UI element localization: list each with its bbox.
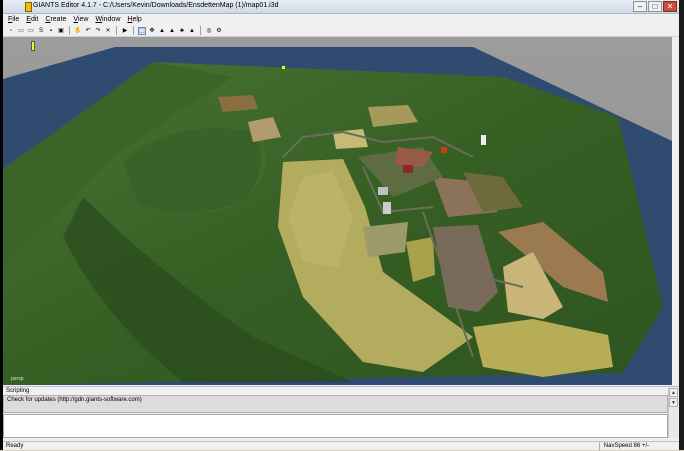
menu-edit[interactable]: Edit: [26, 14, 38, 25]
hand-icon[interactable]: ✋: [74, 27, 82, 35]
foliage-paint-icon[interactable]: ♣: [178, 27, 186, 35]
terrain-sculpt-icon[interactable]: ▲: [158, 27, 166, 35]
menu-file[interactable]: File: [8, 14, 19, 25]
play-icon[interactable]: ▶: [121, 27, 129, 35]
snap-icon[interactable]: ◎: [205, 27, 213, 35]
scroll-down-icon[interactable]: ▼: [669, 398, 678, 407]
app-icon: [25, 2, 32, 12]
menu-bar: File Edit Create View Window Help: [3, 14, 679, 25]
terrain-render: [3, 37, 672, 385]
scroll-up-icon[interactable]: ▲: [669, 388, 678, 397]
toolbar-separator: [116, 26, 117, 35]
save-icon[interactable]: ▪: [47, 27, 55, 35]
window-title: GIANTS Editor 4.1.7 - C:/Users/Kevin/Dow…: [33, 2, 279, 9]
open-icon[interactable]: ▭: [17, 27, 25, 35]
settings-icon[interactable]: ⚙: [215, 27, 223, 35]
new-icon[interactable]: ▫: [7, 27, 15, 35]
menu-create[interactable]: Create: [45, 14, 66, 25]
script-scrollbar[interactable]: ▲ ▼: [668, 388, 678, 438]
selection-marker: [31, 41, 35, 51]
undo-icon[interactable]: ↶: [84, 27, 92, 35]
script-log: Check for updates (http://gdn.giants-sof…: [3, 395, 668, 413]
menu-window[interactable]: Window: [95, 14, 120, 25]
select-icon[interactable]: ⬚: [138, 26, 146, 35]
terrain-paint-icon[interactable]: ▲: [168, 27, 176, 35]
toolbar: ▫ ▭ ▭ S ▪ ▣ ✋ ↶ ↷ ✕ ▶ ⬚ ✥ ▲ ▲ ♣ ▲ ◎ ⚙: [3, 25, 679, 37]
minimize-button[interactable]: –: [633, 1, 647, 12]
toolbar-separator: [133, 26, 134, 35]
redo-icon[interactable]: ↷: [94, 27, 102, 35]
maximize-button[interactable]: □: [648, 1, 662, 12]
window-right-edge: [679, 0, 684, 450]
toolbar-separator: [69, 26, 70, 35]
menu-help[interactable]: Help: [127, 14, 141, 25]
scripting-panel-title: Scripting: [3, 386, 679, 395]
script-input[interactable]: [3, 414, 668, 438]
editor-window: GIANTS Editor 4.1.7 - C:/Users/Kevin/Dow…: [0, 0, 684, 451]
close-button[interactable]: ✕: [663, 1, 677, 12]
title-bar[interactable]: GIANTS Editor 4.1.7 - C:/Users/Kevin/Dow…: [3, 0, 679, 14]
toolbar-separator: [200, 26, 201, 35]
delete-icon[interactable]: ✕: [104, 27, 112, 35]
3d-viewport[interactable]: persp: [3, 37, 672, 385]
log-line: Check for updates (http://gdn.giants-sof…: [7, 397, 142, 403]
menu-view[interactable]: View: [73, 14, 88, 25]
status-bar: Ready NavSpeed 86 +/-: [3, 441, 679, 451]
save-as-icon[interactable]: ▣: [57, 27, 65, 35]
camera-label: persp: [11, 376, 24, 382]
save-script-icon[interactable]: S: [37, 27, 45, 35]
terrain-detail-icon[interactable]: ▲: [188, 27, 196, 35]
move-icon[interactable]: ✥: [148, 27, 156, 35]
import-icon[interactable]: ▭: [27, 27, 35, 35]
